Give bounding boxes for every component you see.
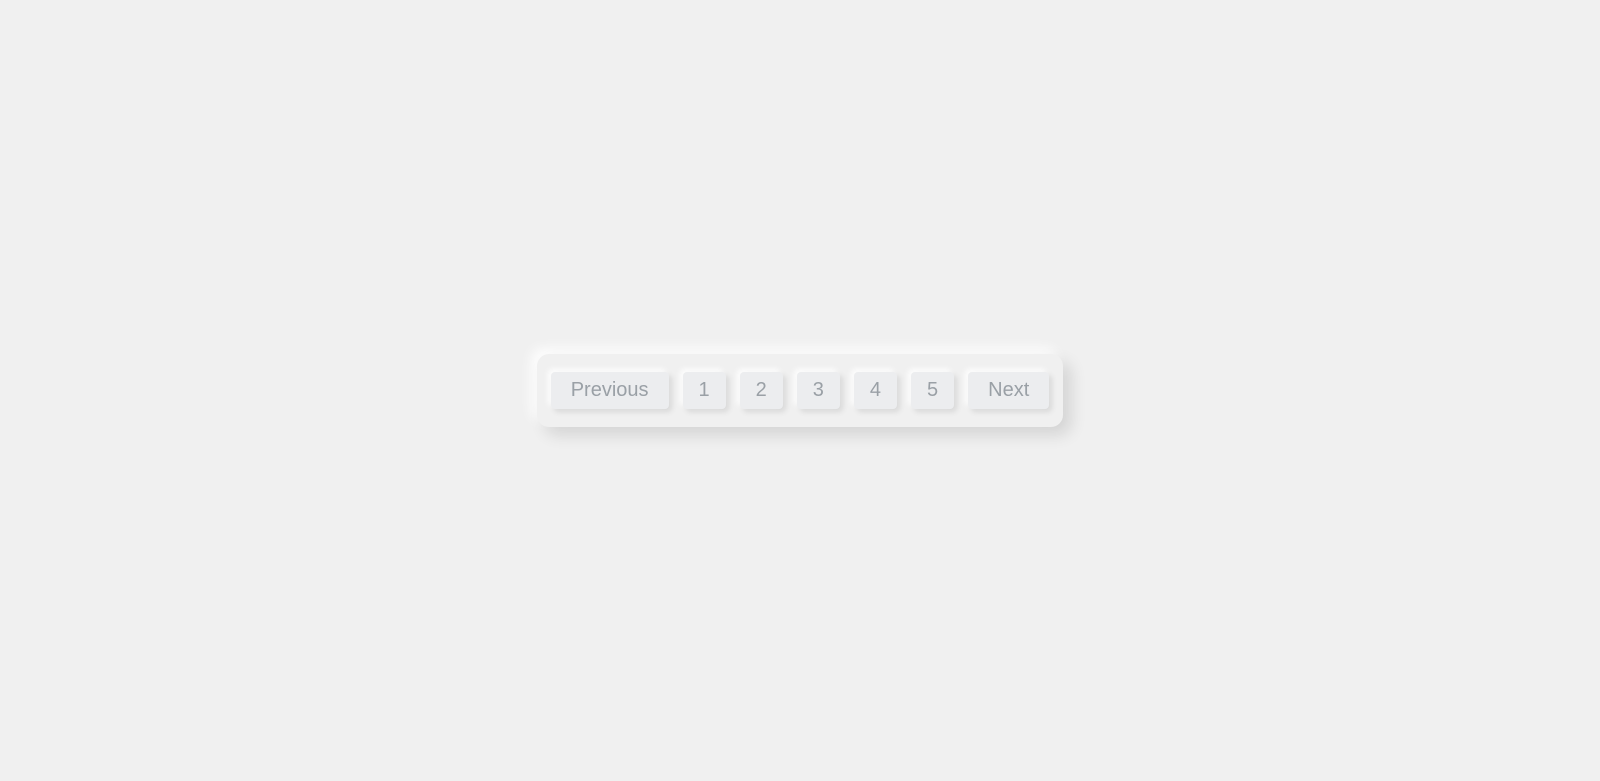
next-button[interactable]: Next — [968, 372, 1049, 409]
page-1-button[interactable]: 1 — [683, 372, 726, 409]
page-5-button[interactable]: 5 — [911, 372, 954, 409]
page-4-button[interactable]: 4 — [854, 372, 897, 409]
pagination: Previous 1 2 3 4 5 Next — [537, 354, 1064, 427]
page-3-button[interactable]: 3 — [797, 372, 840, 409]
previous-button[interactable]: Previous — [551, 372, 669, 409]
page-2-button[interactable]: 2 — [740, 372, 783, 409]
